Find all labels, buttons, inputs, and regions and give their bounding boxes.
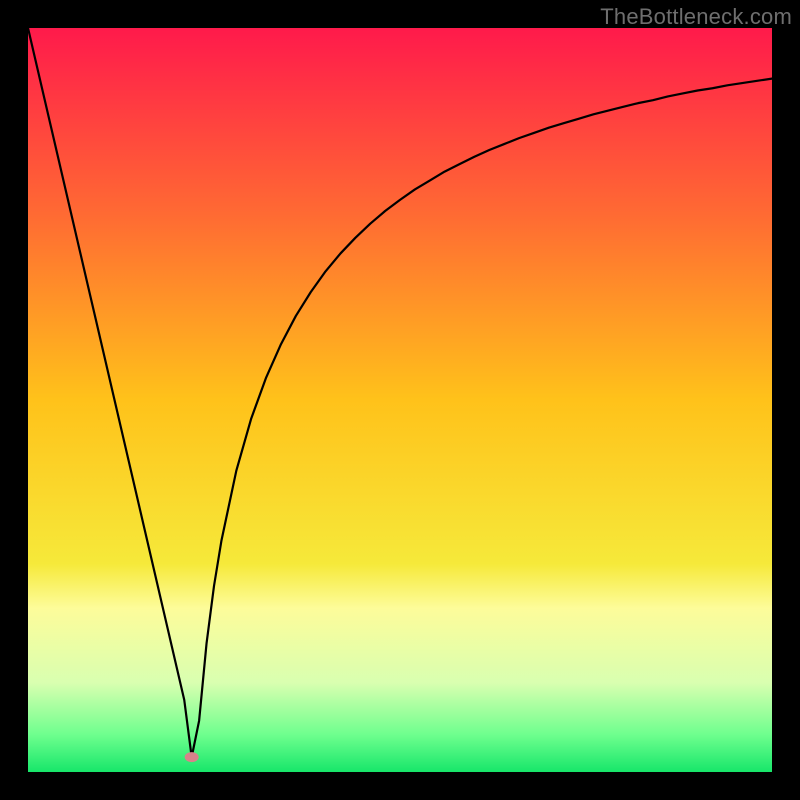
watermark: TheBottleneck.com xyxy=(600,4,792,30)
chart-plot xyxy=(28,28,772,772)
chart-background xyxy=(28,28,772,772)
chart-marker xyxy=(185,752,199,762)
chart-frame xyxy=(28,28,772,772)
